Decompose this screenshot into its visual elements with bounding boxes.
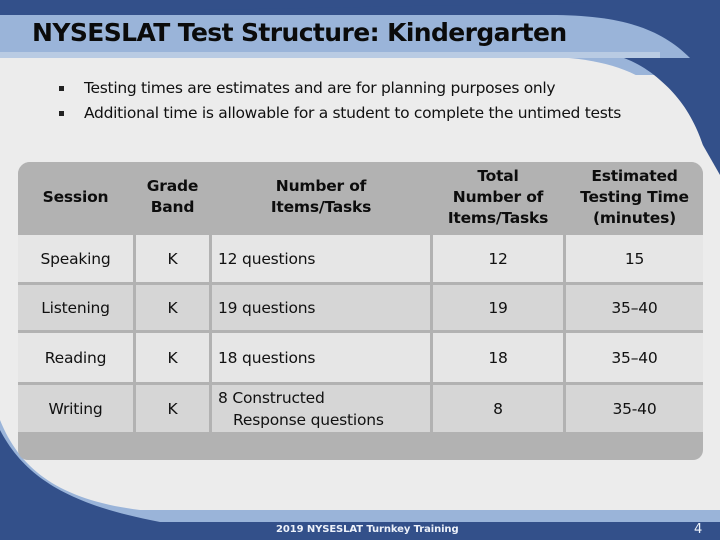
table-row: Speaking K 12 questions 12 15 [18, 235, 703, 282]
square-bullet-icon [59, 86, 64, 91]
footer-text: 2019 NYSESLAT Turnkey Training [276, 524, 459, 535]
table-row: Writing K 8 Constructed Response questio… [18, 385, 703, 432]
header-session: Session [18, 162, 133, 232]
cell-items: 8 Constructed Response questions [212, 385, 430, 432]
cell-grade-band: K [136, 235, 209, 282]
cell-grade-band: K [136, 333, 209, 382]
bullet-text: Testing times are estimates and are for … [84, 79, 556, 97]
cell-time: 35–40 [566, 285, 703, 330]
cell-items-line1: 8 Constructed [218, 388, 325, 407]
header-row: Session Grade Band Number of Items/Tasks T… [18, 162, 703, 232]
cell-items-line2: Response questions [233, 410, 384, 429]
header-grade-band: Grade Band [136, 162, 209, 232]
cell-total: 12 [433, 235, 563, 282]
bullet-item: Testing times are estimates and are for … [56, 77, 621, 102]
header-number-of-items: Number of Items/Tasks [212, 162, 430, 232]
cell-total: 18 [433, 333, 563, 382]
cell-items: 19 questions [212, 285, 430, 330]
table-row: Reading K 18 questions 18 35–40 [18, 333, 703, 382]
table-row: Listening K 19 questions 19 35–40 [18, 285, 703, 330]
cell-time: 15 [566, 235, 703, 282]
cell-total: 19 [433, 285, 563, 330]
square-bullet-icon [59, 111, 64, 116]
cell-items: 12 questions [212, 235, 430, 282]
cell-session: Reading [18, 333, 133, 382]
header-estimated-time: Estimated Testing Time (minutes) [566, 162, 703, 232]
bullet-list: Testing times are estimates and are for … [56, 77, 621, 127]
cell-items: 18 questions [212, 333, 430, 382]
cell-grade-band: K [136, 385, 209, 432]
cell-total: 8 [433, 385, 563, 432]
title-highlight [0, 52, 660, 58]
table: Session Grade Band Number of Items/Tasks T… [18, 162, 703, 435]
bullet-item: Additional time is allowable for a stude… [56, 102, 621, 127]
page-number: 4 [694, 522, 703, 537]
cell-time: 35–40 [566, 333, 703, 382]
cell-grade-band: K [136, 285, 209, 330]
bullet-text: Additional time is allowable for a stude… [84, 104, 622, 122]
cell-time: 35-40 [566, 385, 703, 432]
cell-session: Listening [18, 285, 133, 330]
cell-session: Speaking [18, 235, 133, 282]
header-total-items: Total Number of Items/Tasks [433, 162, 563, 232]
test-structure-table: Session Grade Band Number of Items/Tasks T… [18, 162, 703, 460]
slide-title: NYSESLAT Test Structure: Kindergarten [32, 18, 567, 47]
cell-session: Writing [18, 385, 133, 432]
